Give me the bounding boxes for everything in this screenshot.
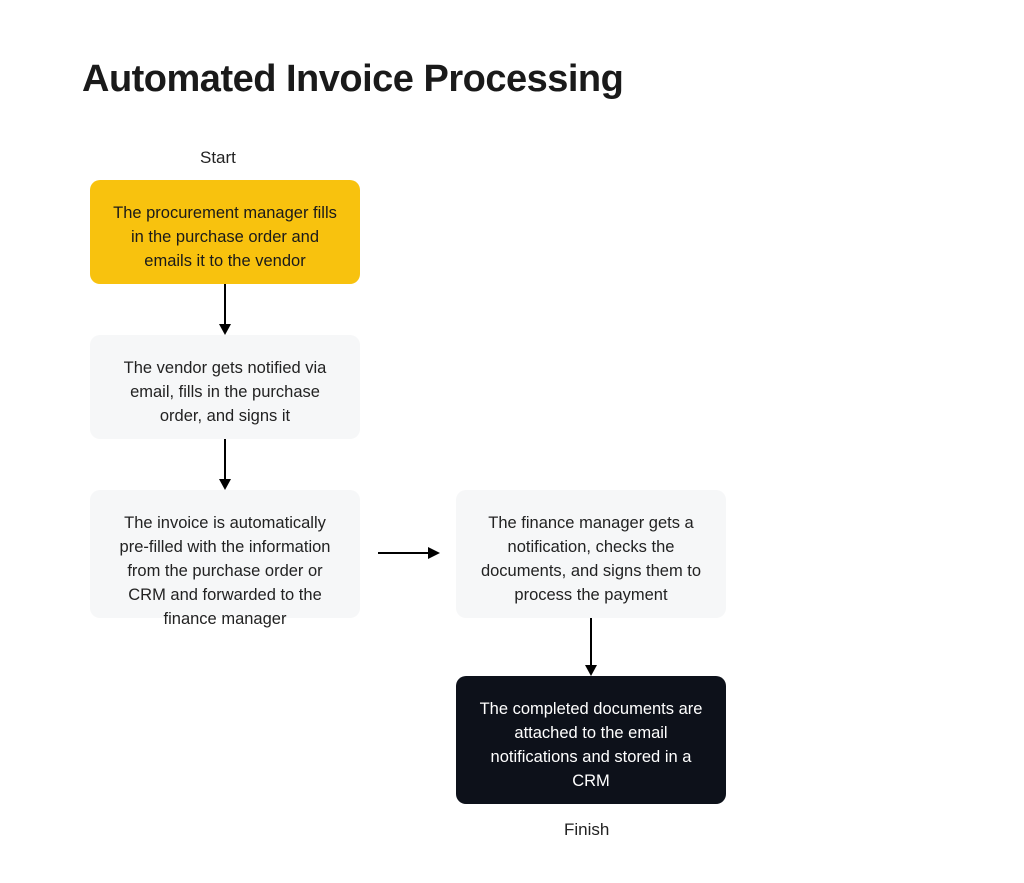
flow-node-start: The procurement manager fills in the pur… bbox=[90, 180, 360, 284]
flow-node-invoice: The invoice is automatically pre-filled … bbox=[90, 490, 360, 618]
finish-label: Finish bbox=[564, 820, 609, 840]
arrow-down-icon bbox=[218, 284, 232, 335]
arrow-down-icon bbox=[218, 439, 232, 490]
arrow-right-icon bbox=[378, 546, 440, 560]
flow-node-finance: The finance manager gets a notification,… bbox=[456, 490, 726, 618]
arrow-down-icon bbox=[584, 618, 598, 676]
flow-node-vendor: The vendor gets notified via email, fill… bbox=[90, 335, 360, 439]
start-label: Start bbox=[200, 148, 236, 168]
diagram-title: Automated Invoice Processing bbox=[82, 58, 623, 101]
flow-node-finish: The completed documents are attached to … bbox=[456, 676, 726, 804]
